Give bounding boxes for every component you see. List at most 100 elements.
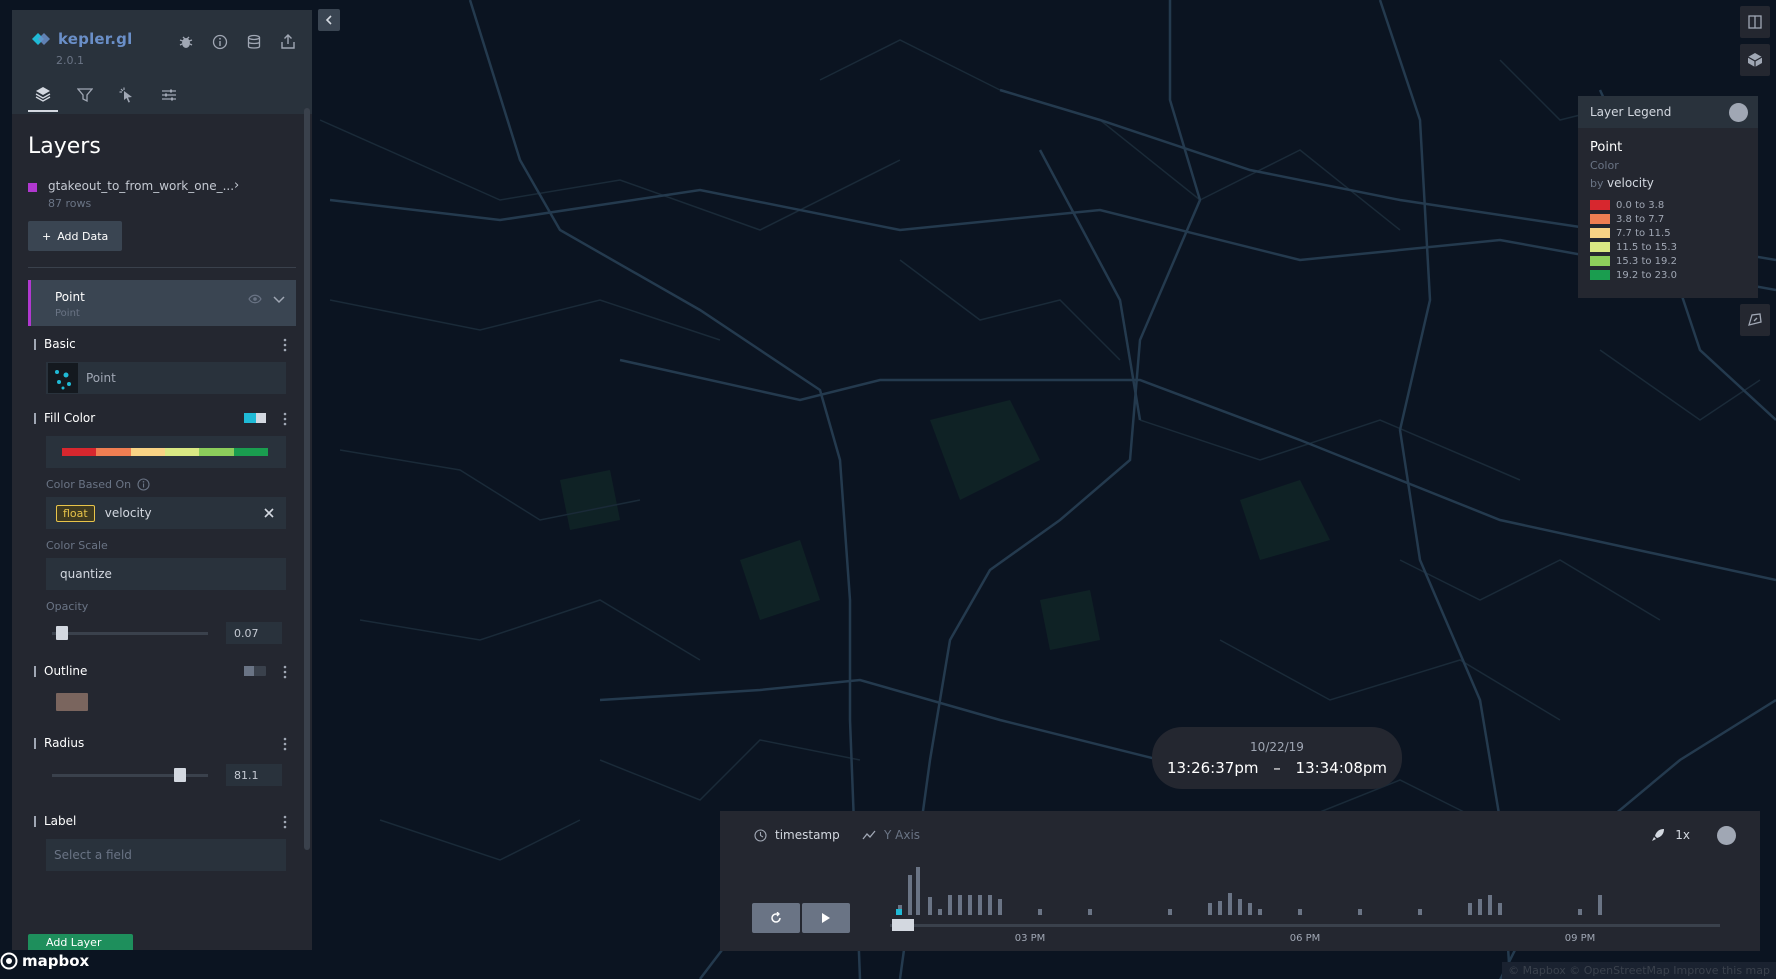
plus-icon: + [42,229,52,243]
panel-scrollbar[interactable] [304,108,310,850]
label-field-selector[interactable]: Select a field [46,839,286,871]
basic-section: Basic Point [28,326,296,394]
legend-item: 0.0 to 3.8 [1590,198,1758,212]
dataset-row-count: 87 rows [48,197,92,210]
more-options-icon[interactable] [280,815,290,829]
legend-toggle-icon[interactable] [1729,103,1748,122]
legend-item: 15.3 to 19.2 [1590,254,1758,268]
histogram-bar [1478,899,1482,915]
dataset-name: gtakeout_to_from_work_one_... [48,179,235,193]
time-axis-tick: 09 PM [1565,933,1596,941]
opacity-slider[interactable] [52,625,208,640]
tab-base-map[interactable] [154,78,184,112]
close-icon[interactable] [264,508,274,518]
label-field-placeholder: Select a field [54,848,132,862]
label-section-title: Label [28,803,296,839]
draw-polygon-button[interactable] [1740,304,1770,336]
mapbox-brand: mapbox [22,952,90,970]
kepler-logo-icon [32,33,50,45]
panel-title: Layers [28,134,101,159]
radius-slider-handle[interactable] [174,767,186,782]
reset-button[interactable] [752,903,800,933]
histogram-bar [1418,909,1422,915]
color-based-on-text: Color Based On [46,478,132,491]
time-slider-track[interactable] [890,924,1720,927]
rocket-icon [1652,829,1665,841]
layers-icon [35,87,51,102]
tab-interactions[interactable] [112,78,142,112]
legend-swatch [1590,270,1610,280]
time-dash: – [1273,759,1281,777]
histogram-bar [1088,909,1092,915]
map-attribution[interactable]: © Mapbox © OpenStreetMap Improve this ma… [1502,962,1776,979]
layer-panel-header[interactable]: Point Point [28,280,296,326]
histogram-bar [948,895,952,915]
legend-swatch [1590,256,1610,266]
time-slider-handle[interactable] [892,919,914,931]
opacity-input[interactable]: 0.07 [226,622,282,644]
time-axis-tick: 06 PM [1290,933,1321,941]
tab-filters[interactable] [70,78,100,112]
cube-icon [1747,53,1763,67]
time-histogram[interactable]: 03 PM 06 PM 09 PM [890,851,1740,941]
more-options-icon[interactable] [280,338,290,352]
histogram-bar [1208,903,1212,915]
y-axis-label: Y Axis [884,828,921,842]
layer-title: Point [55,290,85,304]
divider [28,267,296,268]
color-ramp-step [233,448,268,456]
fill-color-section: Fill Color Color Based On float velocity… [28,400,296,647]
radius-input[interactable]: 81.1 [226,764,282,786]
playback-speed[interactable]: 1x [1651,828,1690,842]
split-map-button[interactable] [1740,6,1770,38]
time-range-display: 10/22/19 13:26:37pm – 13:34:08pm [1152,727,1402,789]
more-options-icon[interactable] [280,665,290,679]
dataset-item[interactable]: gtakeout_to_from_work_one_... › 87 rows [28,178,296,215]
y-axis-selector[interactable]: Y Axis [862,828,920,842]
info-icon[interactable] [210,32,230,52]
share-icon[interactable] [278,32,298,52]
database-icon[interactable] [244,32,264,52]
outline-color-swatch[interactable] [56,693,88,711]
dataset-color-swatch [28,183,37,192]
opacity-slider-row: 0.07 [46,619,296,647]
fill-color-swatch[interactable] [244,413,266,423]
collapse-panel-button[interactable] [318,9,340,31]
histogram-bar [928,897,932,915]
legend-item: 7.7 to 11.5 [1590,226,1758,240]
legend-header: Layer Legend [1578,96,1758,128]
play-icon [822,913,830,923]
time-axis-tick: 03 PM [1015,933,1046,941]
add-data-button[interactable]: + Add Data [28,221,123,251]
add-layer-button[interactable]: Add Layer [28,934,133,950]
chevron-right-icon[interactable]: › [234,178,239,193]
cursor-click-icon [119,87,132,103]
info-icon[interactable] [137,478,150,491]
color-field-selector[interactable]: float velocity [46,497,286,529]
play-button[interactable] [802,903,850,933]
more-options-icon[interactable] [280,412,290,426]
bug-report-icon[interactable] [176,32,196,52]
time-end: 13:34:08pm [1295,759,1388,777]
outline-toggle[interactable] [244,666,266,676]
time-field-selector[interactable]: timestamp [754,828,840,842]
3d-view-button[interactable] [1740,44,1770,76]
more-options-icon[interactable] [280,737,290,751]
timeline-toggle-icon[interactable] [1717,826,1736,845]
legend-label: 0.0 to 3.8 [1616,199,1665,211]
mapbox-logo[interactable]: mapbox [0,952,89,970]
eye-icon[interactable] [248,294,262,304]
opacity-slider-handle[interactable] [56,625,68,640]
legend-field: by velocity [1590,176,1758,190]
color-scale-selector[interactable]: quantize [46,558,286,590]
basic-section-title: Basic [28,326,296,362]
radius-slider[interactable] [52,767,208,782]
clock-icon [754,828,767,842]
color-range-selector[interactable] [46,436,286,468]
chevron-down-icon[interactable] [272,292,286,306]
tab-layers[interactable] [28,78,58,112]
outline-section: Outline [28,653,296,711]
time-playback-panel: timestamp Y Axis 1x 03 PM 06 PM 09 PM [720,811,1760,951]
layer-type-selector[interactable]: Point [46,362,286,394]
histogram-bar [1298,909,1302,915]
